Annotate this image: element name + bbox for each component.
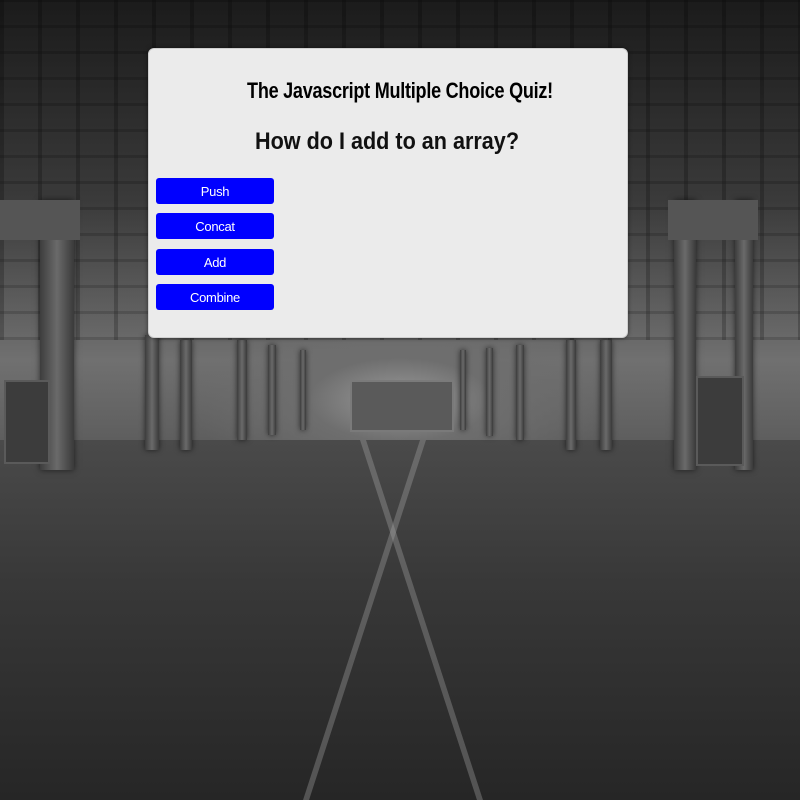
pillar-left-4 [237,340,247,440]
pillar-left-2 [145,335,159,450]
door-block-right [696,376,744,466]
pillar-left-5 [268,345,276,435]
pillar-left-6 [300,350,306,430]
answer-button-push[interactable]: Push [156,178,274,204]
concrete-floor [0,440,800,800]
pillar-right-1 [674,200,696,470]
pillar-cap-right-1 [668,200,758,240]
pillar-right-4 [566,340,576,450]
question-text: How do I add to an array? [254,128,520,155]
pillar-right-6 [486,348,493,436]
pillar-right-3 [600,340,612,450]
pillar-right-7 [460,350,466,430]
answer-button-add[interactable]: Add [156,249,274,275]
back-wall [350,380,454,432]
pillar-left-3 [180,340,192,450]
answer-button-combine[interactable]: Combine [156,284,274,310]
answer-button-concat[interactable]: Concat [156,213,274,239]
pillar-cap-left-1 [0,200,80,240]
quiz-title: The Javascript Multiple Choice Quiz! [247,78,553,103]
door-block-left [4,380,50,464]
pillar-right-5 [516,345,524,440]
